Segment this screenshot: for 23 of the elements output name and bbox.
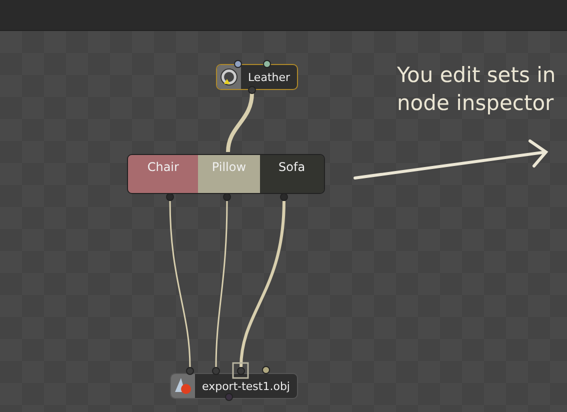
output-port[interactable] xyxy=(280,193,288,201)
input-port[interactable] xyxy=(263,60,271,68)
connection-wire xyxy=(226,92,254,152)
set-cell[interactable]: Chair xyxy=(128,155,198,193)
set-cell[interactable]: Sofa xyxy=(260,155,324,193)
node-label: Leather xyxy=(247,70,292,84)
input-port[interactable] xyxy=(262,366,270,374)
output-port[interactable] xyxy=(248,86,256,94)
cone-sphere-icon xyxy=(173,376,193,396)
node-label: export-test1.obj xyxy=(201,380,291,392)
material-node[interactable]: Leather xyxy=(216,64,298,90)
sets-node[interactable]: Chair Pillow Sofa xyxy=(127,154,325,194)
port-selection-icon xyxy=(232,362,249,379)
output-port[interactable] xyxy=(223,193,231,201)
export-node[interactable]: export-test1.obj xyxy=(170,373,298,399)
output-port[interactable] xyxy=(166,193,174,201)
input-port[interactable] xyxy=(212,367,220,375)
input-port[interactable] xyxy=(234,60,242,68)
sphere-icon xyxy=(220,68,238,86)
input-port[interactable] xyxy=(186,367,194,375)
output-port[interactable] xyxy=(225,393,233,401)
annotation-text: You edit sets in node inspector xyxy=(397,62,557,117)
input-port[interactable] xyxy=(237,367,245,375)
